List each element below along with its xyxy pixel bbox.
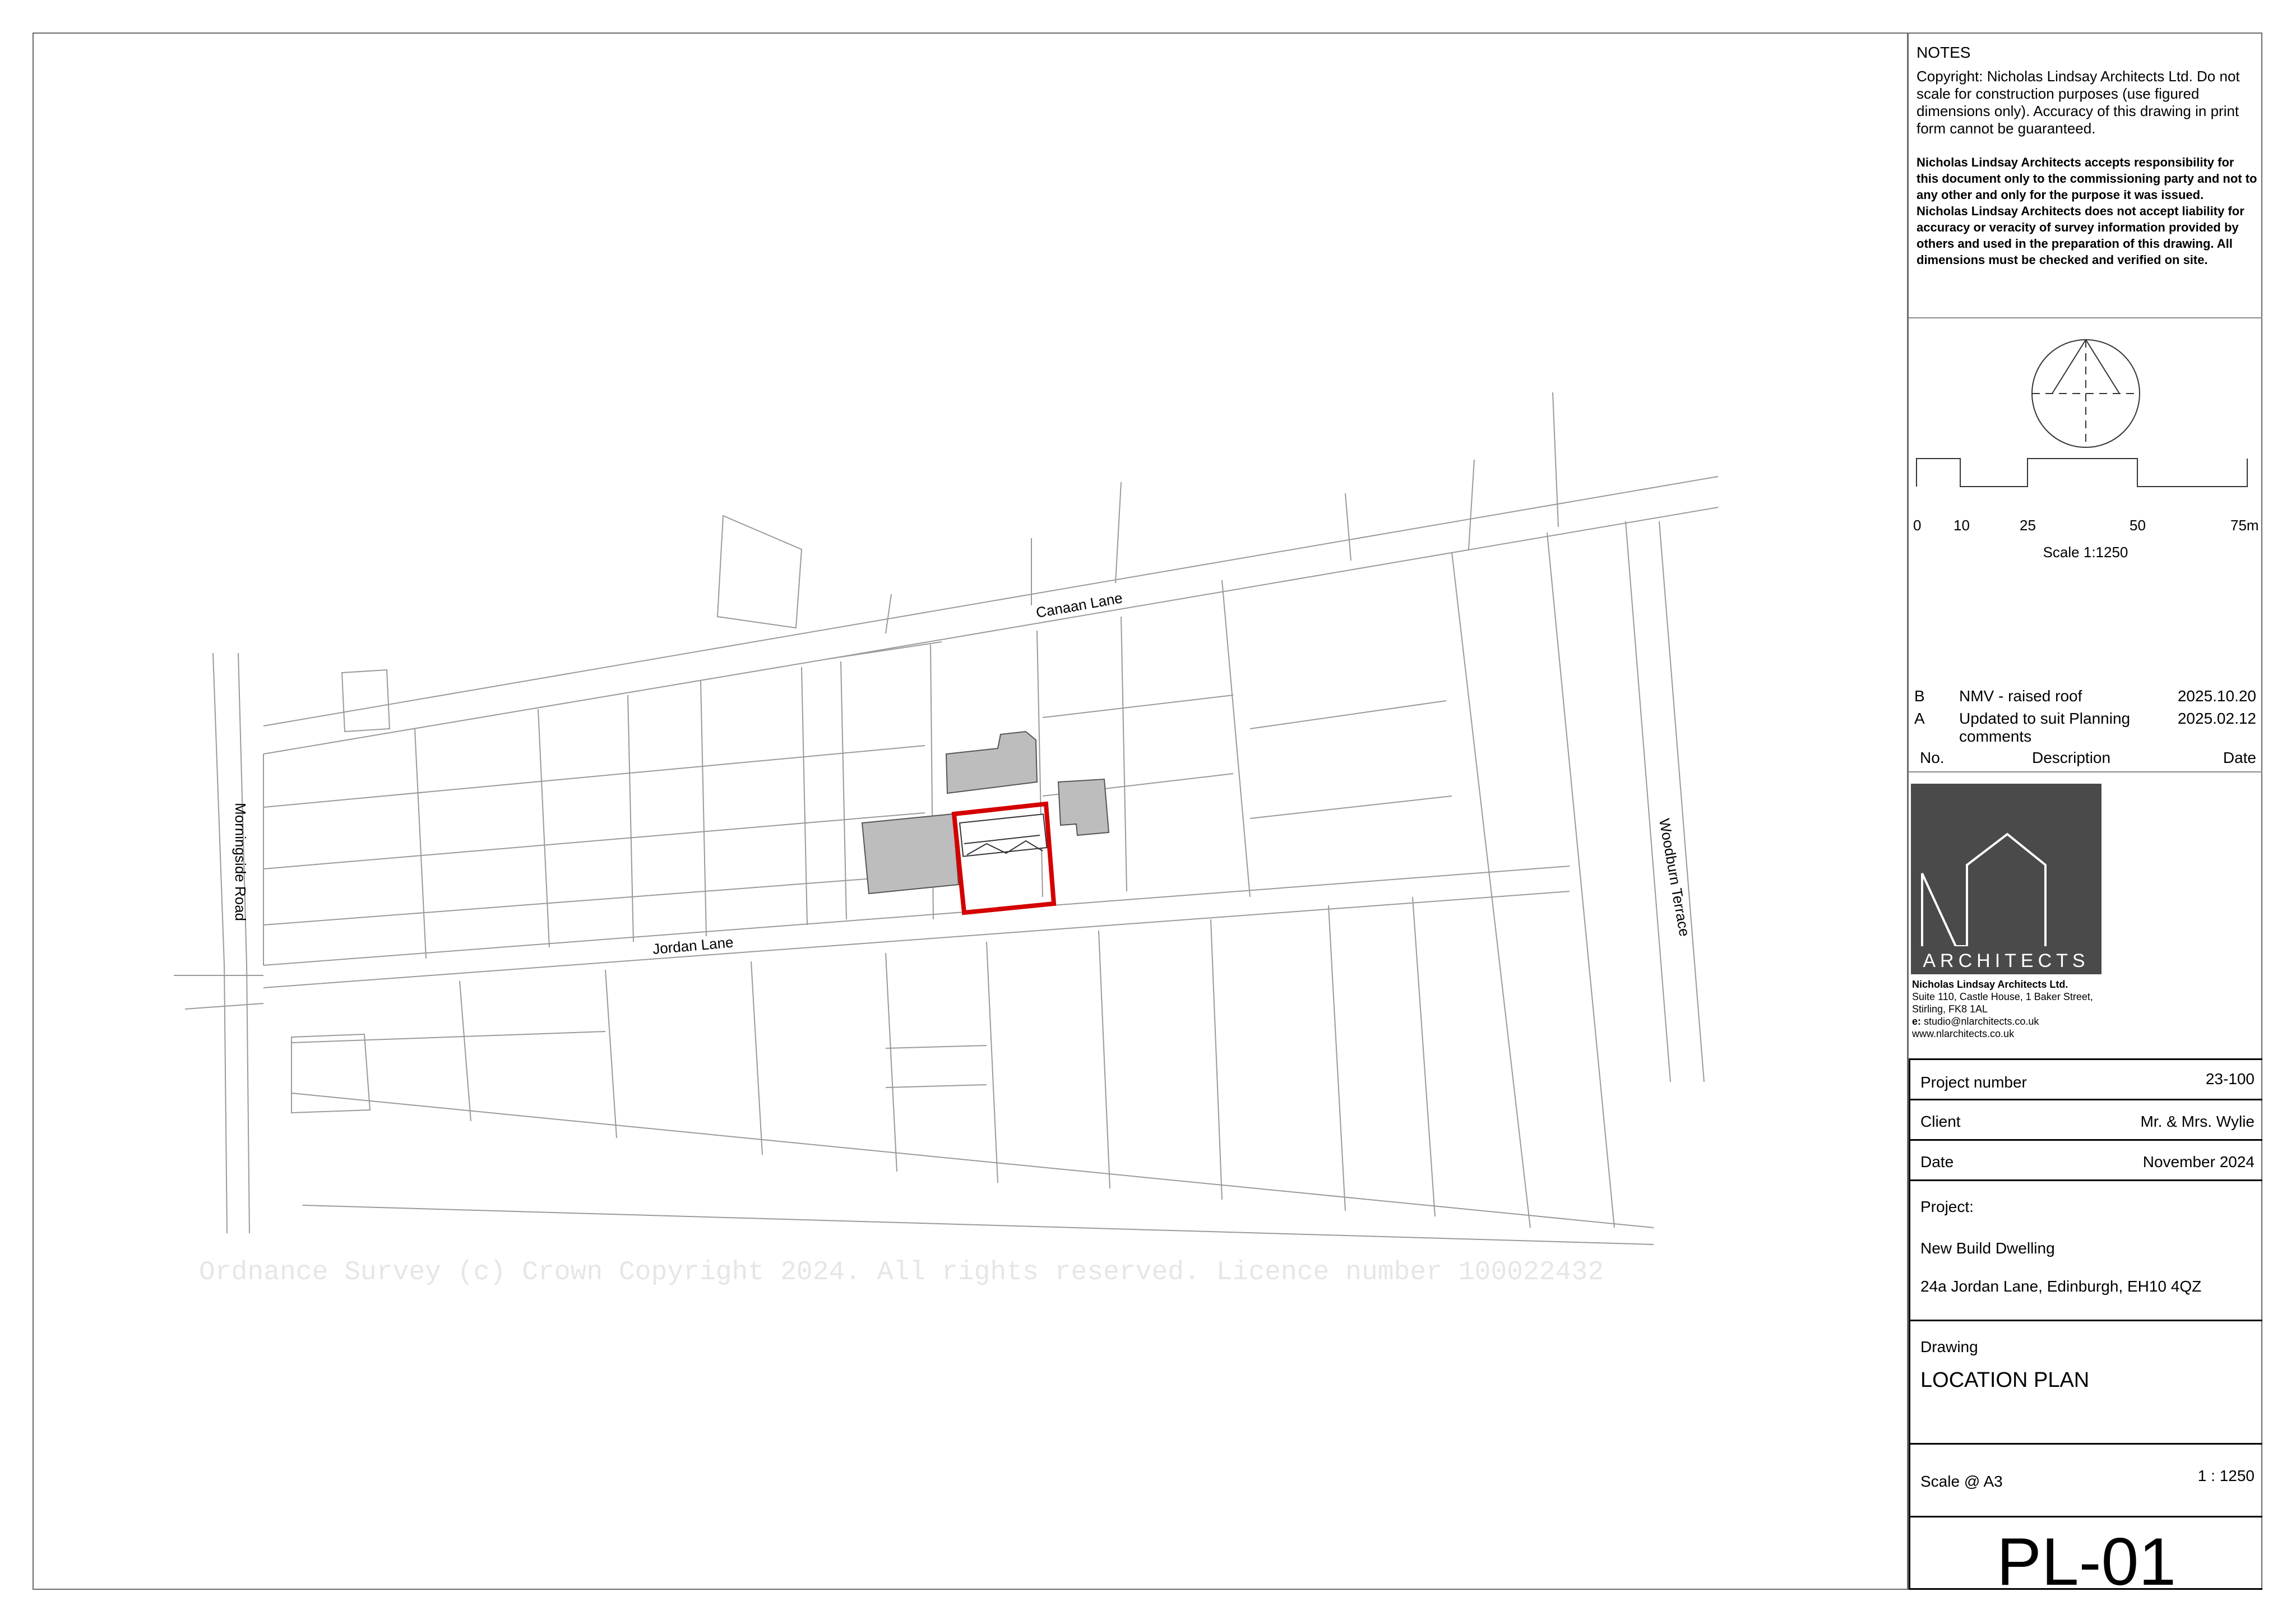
notes-liability: Nicholas Lindsay Architects does not acc… <box>1917 204 2244 267</box>
title-block: Project number 23-100 Client Mr. & Mrs. … <box>1909 1058 2262 1599</box>
divider <box>1909 771 2262 772</box>
title-panel: NOTES Copyright: Nicholas Lindsay Archit… <box>1907 33 2262 1599</box>
drawing-number: PL-01 <box>1996 1524 2177 1599</box>
scale-label-25: 25 <box>2020 517 2036 534</box>
email-link[interactable]: studio@nlarchitects.co.uk <box>1924 1016 2039 1027</box>
site-boundary <box>951 801 1057 915</box>
divider <box>1909 317 2262 318</box>
scale-row: Scale @ A3 1 : 1250 <box>1910 1445 2262 1517</box>
company-logo: ARCHITECTS <box>1911 784 2101 974</box>
drawing-title: LOCATION PLAN <box>1920 1368 2090 1392</box>
street-label-morningside-road: Morningside Road <box>232 803 249 921</box>
date-row: Date November 2024 <box>1910 1141 2262 1181</box>
notes-section: NOTES Copyright: Nicholas Lindsay Archit… <box>1917 44 2258 268</box>
project-row: Project: New Build Dwelling 24a Jordan L… <box>1910 1181 2262 1321</box>
scale-bar <box>1916 458 2248 487</box>
os-copyright: Ordnance Survey (c) Crown Copyright 2024… <box>199 1257 1604 1288</box>
notes-responsibility: Nicholas Lindsay Architects accepts resp… <box>1917 155 2257 202</box>
north-arrow-and-scale <box>1916 339 2248 487</box>
scale-caption: Scale 1:1250 <box>2043 544 2128 561</box>
location-map: Canaan Lane Jordan Lane Morningside Road… <box>174 392 1719 1288</box>
notes-copyright: Copyright: Nicholas Lindsay Architects L… <box>1917 68 2240 137</box>
scale-label-75m: 75m <box>2230 517 2259 534</box>
scale-label-0: 0 <box>1913 517 1922 534</box>
north-arrow-icon <box>2031 339 2140 448</box>
client-row: Client Mr. & Mrs. Wylie <box>1910 1100 2262 1141</box>
project-number-row: Project number 23-100 <box>1910 1060 2262 1100</box>
logo-text: ARCHITECTS <box>1923 950 2090 971</box>
nl-logo-icon <box>1921 832 2047 946</box>
drawing-row: Drawing LOCATION PLAN <box>1910 1321 2262 1445</box>
scale-label-10: 10 <box>1954 517 1970 534</box>
notes-heading: NOTES <box>1917 44 1971 61</box>
company-address: Nicholas Lindsay Architects Ltd. Suite 1… <box>1912 979 2093 1040</box>
website-link[interactable]: www.nlarchitects.co.uk <box>1912 1028 2093 1040</box>
scale-label-50: 50 <box>2130 517 2146 534</box>
